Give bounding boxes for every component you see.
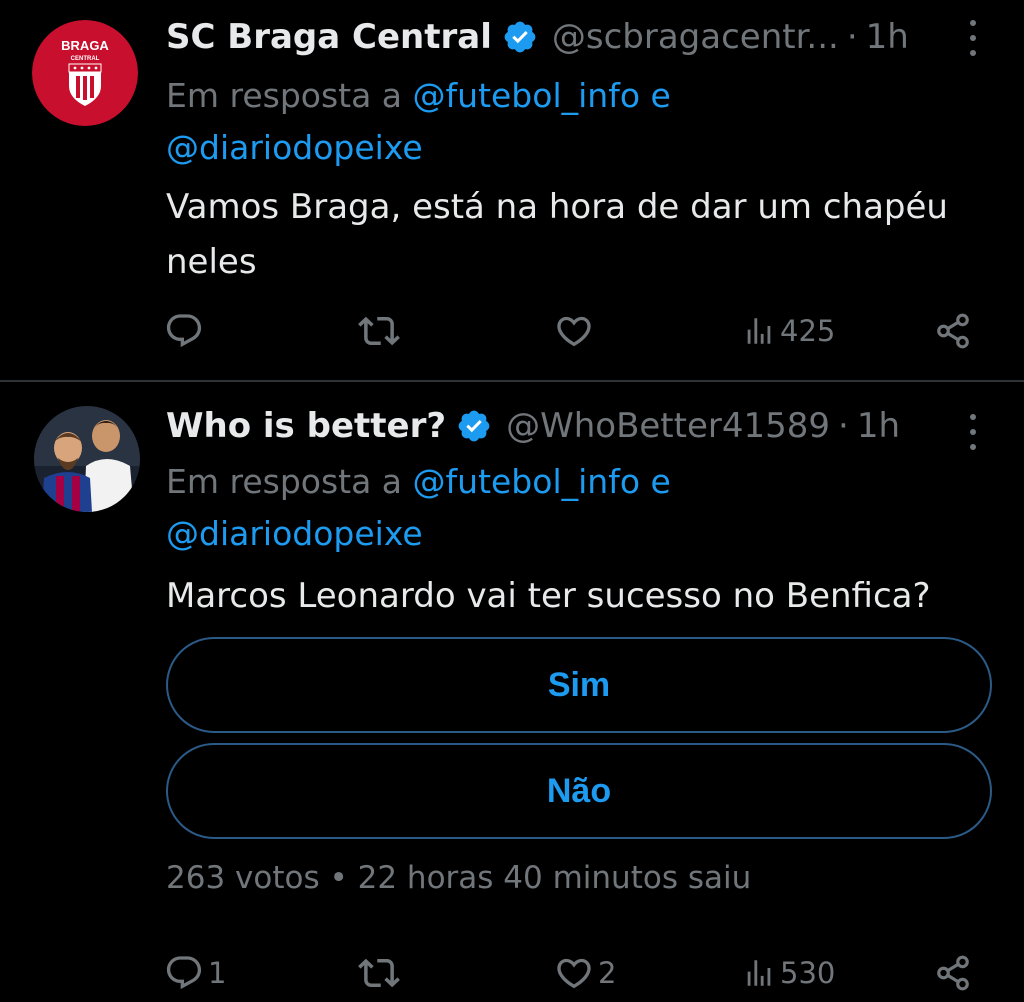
- like-button[interactable]: [554, 306, 598, 356]
- action-bar: 425: [0, 306, 1024, 356]
- reply-button[interactable]: 1: [164, 948, 226, 998]
- poll-meta: 263 votos • 22 horas 40 minutos saiu: [166, 860, 751, 896]
- share-icon: [937, 313, 969, 349]
- poll-option-nao[interactable]: Não: [166, 743, 992, 839]
- like-button[interactable]: 2: [554, 948, 616, 998]
- tweet-header: SC Braga Central @scbragacentr... · 1h: [166, 12, 909, 62]
- tweet[interactable]: BRAGA CENTRAL SC Braga Central @scbragac…: [0, 0, 1024, 381]
- players-photo-icon: [34, 406, 140, 512]
- retweet-icon: [358, 316, 400, 346]
- reply-prefix: Em resposta a: [166, 76, 403, 115]
- timestamp[interactable]: 1h: [857, 406, 900, 446]
- heart-icon: [557, 958, 591, 989]
- retweet-button[interactable]: [358, 948, 404, 998]
- reply-icon: [166, 314, 202, 348]
- tweet-text: Marcos Leonardo vai ter sucesso no Benfi…: [166, 576, 931, 616]
- reply-conjunction: e: [650, 76, 671, 115]
- like-count: 2: [598, 956, 617, 990]
- share-button[interactable]: [934, 306, 972, 356]
- reply-context: Em resposta a @futebol_info e @diariodop…: [166, 70, 986, 174]
- retweet-icon: [358, 958, 400, 988]
- avatar[interactable]: BRAGA CENTRAL: [32, 20, 138, 126]
- separator-dot: ·: [846, 17, 858, 57]
- views-button[interactable]: 530: [742, 948, 835, 998]
- reply-conjunction: e: [650, 462, 671, 501]
- action-bar: 1 2 530: [0, 948, 1024, 998]
- poll-meta-separator: •: [329, 860, 348, 896]
- views-chart-icon: [747, 960, 771, 986]
- share-button[interactable]: [934, 948, 972, 998]
- poll-option-sim[interactable]: Sim: [166, 637, 992, 733]
- views-count: 530: [780, 956, 836, 990]
- more-options-icon[interactable]: [968, 414, 978, 450]
- poll-votes: 263 votos: [166, 860, 320, 896]
- reply-prefix: Em resposta a: [166, 462, 403, 501]
- verified-badge-icon: [458, 410, 490, 442]
- reply-icon: [166, 956, 202, 990]
- timestamp[interactable]: 1h: [866, 17, 909, 57]
- views-count: 425: [780, 314, 836, 348]
- tweet[interactable]: Who is better? @WhoBetter41589 · 1h Em r…: [0, 382, 1024, 1002]
- more-options-icon[interactable]: [968, 20, 978, 56]
- views-chart-icon: [747, 318, 771, 344]
- tweet-text: Vamos Braga, está na hora de dar um chap…: [166, 187, 948, 282]
- mention-link[interactable]: @diariodopeixe: [166, 514, 423, 553]
- author-name[interactable]: Who is better?: [166, 406, 446, 446]
- mention-link[interactable]: @futebol_info: [413, 462, 640, 501]
- tweet-header: Who is better? @WhoBetter41589 · 1h: [166, 401, 900, 451]
- author-name[interactable]: SC Braga Central: [166, 17, 492, 57]
- braga-central-logo-icon: BRAGA CENTRAL: [32, 20, 138, 126]
- logo-subtitle: CENTRAL: [71, 56, 100, 62]
- reply-button[interactable]: [164, 306, 208, 356]
- verified-badge-icon: [504, 21, 536, 53]
- retweet-button[interactable]: [358, 306, 404, 356]
- poll-time-left: 22 horas 40 minutos saiu: [357, 860, 752, 896]
- avatar[interactable]: [34, 406, 140, 512]
- reply-count: 1: [208, 956, 227, 990]
- mention-link[interactable]: @futebol_info: [413, 76, 640, 115]
- logo-title: BRAGA: [61, 38, 109, 53]
- views-button[interactable]: 425: [742, 306, 835, 356]
- heart-icon: [557, 316, 591, 347]
- reply-context: Em resposta a @futebol_info e @diariodop…: [166, 456, 986, 560]
- mention-link[interactable]: @diariodopeixe: [166, 128, 423, 167]
- separator-dot: ·: [838, 406, 849, 446]
- author-handle[interactable]: @scbragacentr...: [552, 17, 839, 57]
- share-icon: [937, 955, 969, 991]
- author-handle[interactable]: @WhoBetter41589: [506, 406, 830, 446]
